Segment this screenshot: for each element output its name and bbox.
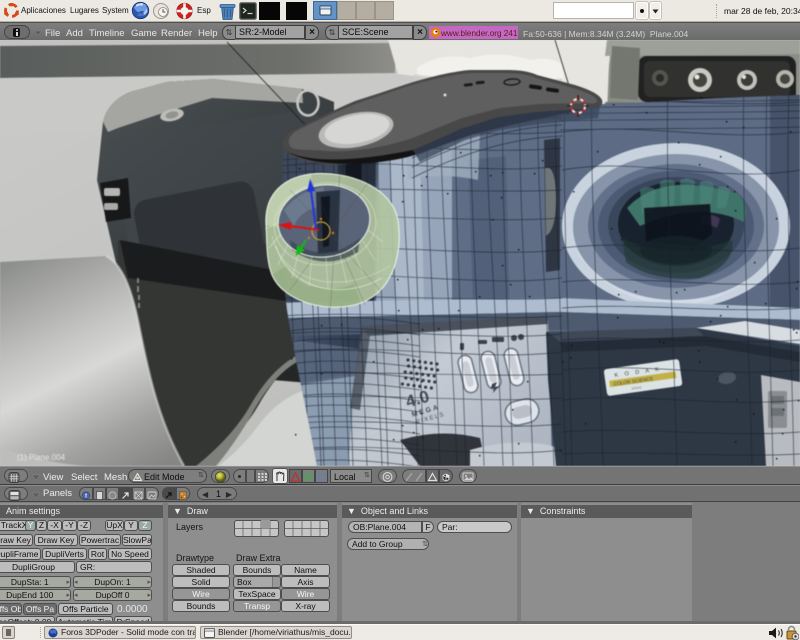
svg-text:(1) Plane.004: (1) Plane.004 [17, 453, 66, 462]
